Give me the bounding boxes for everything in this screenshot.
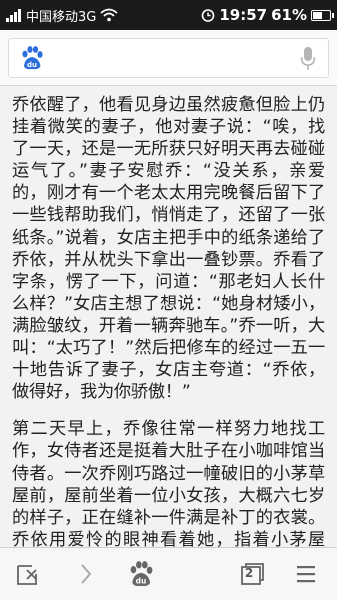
search-input[interactable]: du: [8, 38, 329, 78]
article-paragraph: 第二天早上，乔像往常一样努力地找工作，女侍者还是挺着大肚子在小咖啡馆当侍者。一次…: [12, 419, 325, 547]
baidu-paw-icon[interactable]: du: [19, 45, 45, 71]
menu-icon: [297, 566, 315, 583]
baidu-home-icon: du: [130, 561, 153, 587]
status-left: 中国移动3G: [6, 6, 118, 25]
forward-icon: [81, 564, 92, 584]
article-paragraph: 乔依醒了，他看见身边虽然疲惫但脸上仍挂着微笑的妻子，他对妻子说：“唉，找了一天，…: [12, 95, 325, 403]
forward-button[interactable]: [71, 559, 101, 589]
status-bar: 中国移动3G 19:57 61%: [0, 0, 337, 30]
alarm-clock-icon: [202, 9, 215, 22]
battery-percent: 61%: [271, 6, 307, 24]
tab-count: 2: [244, 566, 254, 580]
svg-text:du: du: [27, 61, 37, 69]
tabs-button[interactable]: 2: [237, 559, 267, 589]
article-content[interactable]: 乔依醒了，他看见身边虽然疲惫但脸上仍挂着微笑的妻子，他对妻子说：“唉，找了一天，…: [0, 86, 337, 547]
battery-fill: [313, 11, 322, 19]
svg-text:du: du: [136, 577, 147, 586]
status-right: 19:57 61%: [201, 6, 334, 24]
clock-time: 19:57: [219, 6, 268, 24]
close-page-button[interactable]: [14, 559, 44, 589]
search-bar: du: [0, 30, 337, 86]
bottom-toolbar: du 2: [0, 547, 337, 600]
microphone-icon[interactable]: [300, 46, 316, 72]
battery-icon: [311, 9, 334, 21]
carrier-label: 中国移动3G: [26, 9, 97, 25]
menu-button[interactable]: [291, 559, 321, 589]
signal-icon: [6, 8, 21, 22]
wifi-icon: [100, 8, 118, 22]
close-page-icon: [17, 565, 37, 585]
baidu-home-button[interactable]: du: [126, 559, 156, 589]
